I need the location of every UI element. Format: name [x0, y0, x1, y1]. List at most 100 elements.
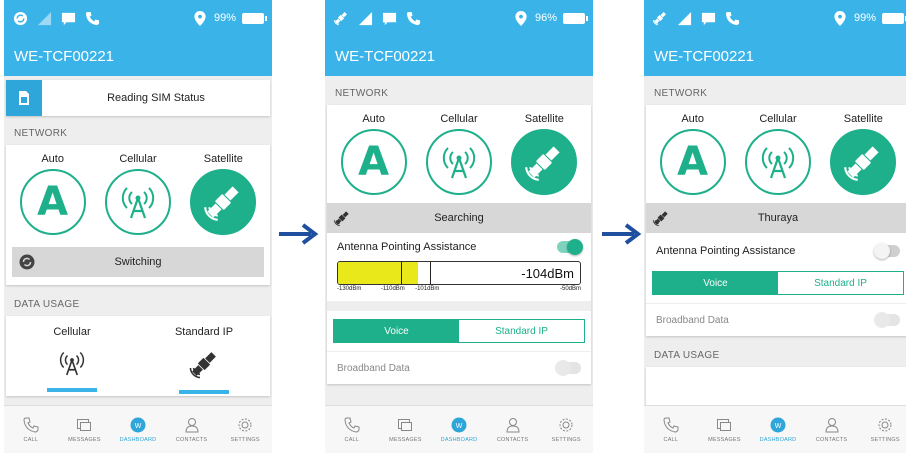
phone-icon — [724, 10, 740, 26]
battery-icon — [882, 12, 906, 24]
cell-tower-icon[interactable] — [104, 169, 171, 235]
segment-standard-ip[interactable]: Standard IP — [459, 320, 584, 342]
battery-percent: 96% — [534, 12, 557, 24]
broadband-label: Broadband Data — [337, 362, 410, 374]
tab-settings[interactable]: SETTINGS — [858, 406, 906, 453]
network-card: Auto A Cellular Satellite Thuraya Antenn… — [646, 105, 906, 336]
segment-standard-ip[interactable]: Standard IP — [778, 272, 903, 294]
signal-tick: -101dBm — [415, 286, 440, 292]
option-label: Satellite — [524, 113, 564, 125]
option-label: Satellite — [843, 113, 883, 125]
network-option-satellite[interactable]: Satellite — [823, 113, 903, 195]
tab-label: DASHBOARD — [759, 437, 797, 443]
settings-icon — [876, 416, 894, 434]
flow-arrow-icon — [602, 223, 642, 245]
bottom-tab-bar: CALL MESSAGES W DASHBOARD CONTACTS SETTI… — [4, 405, 272, 453]
tab-label: SETTINGS — [551, 437, 581, 443]
svg-text:W: W — [775, 423, 782, 430]
tab-contacts[interactable]: CONTACTS — [486, 406, 540, 453]
status-bar: 99% — [4, 0, 272, 36]
auto-icon[interactable]: A — [340, 129, 407, 195]
network-option-auto[interactable]: Auto A — [653, 113, 733, 195]
tab-label: SETTINGS — [870, 437, 900, 443]
segment-voice[interactable]: Voice — [334, 320, 459, 342]
auto-icon[interactable]: A — [19, 169, 86, 235]
network-option-satellite[interactable]: Satellite — [504, 113, 584, 195]
satellite-icon — [652, 10, 668, 26]
tab-settings[interactable]: SETTINGS — [218, 406, 272, 453]
usage-cellular[interactable]: Cellular — [22, 326, 122, 394]
network-state-text: Thuraya — [757, 212, 799, 224]
battery-percent: 99% — [853, 12, 876, 24]
cell-tower-icon — [57, 348, 87, 378]
segment-voice[interactable]: Voice — [653, 272, 778, 294]
tab-label: MESSAGES — [389, 437, 422, 443]
svg-text:W: W — [135, 423, 142, 430]
usage-label: Standard IP — [174, 326, 234, 338]
screen-content: NETWORK Auto A Cellular Satellite — [325, 76, 593, 405]
network-option-auto[interactable]: Auto A — [334, 113, 414, 195]
tab-contacts[interactable]: CONTACTS — [805, 406, 859, 453]
broadband-toggle[interactable] — [874, 312, 900, 328]
satellite-off-icon — [333, 10, 349, 26]
tab-call[interactable]: CALL — [4, 406, 58, 453]
satellite-icon[interactable] — [511, 129, 578, 195]
network-option-auto[interactable]: Auto A — [13, 153, 93, 235]
signal-marker — [429, 262, 431, 284]
signal-fill — [338, 262, 418, 284]
network-option-satellite[interactable]: Satellite — [183, 153, 263, 235]
antenna-pointing-label: Antenna Pointing Assistance — [337, 241, 477, 253]
switching-icon — [12, 254, 42, 270]
screen-content: Reading SIM Status NETWORK Auto A Cellul… — [4, 76, 272, 405]
tab-contacts[interactable]: CONTACTS — [165, 406, 219, 453]
auto-icon[interactable]: A — [659, 129, 726, 195]
data-usage-card: Cellular Standard IP — [6, 316, 270, 396]
tab-call[interactable]: CALL — [644, 406, 698, 453]
tab-settings[interactable]: SETTINGS — [539, 406, 593, 453]
tab-dashboard[interactable]: W DASHBOARD — [111, 406, 165, 453]
tab-dashboard[interactable]: W DASHBOARD — [432, 406, 486, 453]
tab-messages[interactable]: MESSAGES — [379, 406, 433, 453]
service-segmented-control: Voice Standard IP — [333, 319, 585, 343]
data-usage-section-label: DATA USAGE — [654, 350, 720, 361]
broadband-toggle[interactable] — [555, 360, 581, 376]
tab-label: CONTACTS — [815, 437, 848, 443]
contacts-icon — [183, 416, 201, 434]
satellite-icon[interactable] — [190, 169, 257, 235]
tab-label: CALL — [23, 437, 39, 443]
network-option-cellular[interactable]: Cellular — [98, 153, 178, 235]
battery-icon — [563, 12, 588, 24]
app-title: WE-TCF00221 — [4, 36, 272, 76]
satellite-icon[interactable] — [830, 129, 897, 195]
tab-label: CONTACTS — [175, 437, 208, 443]
sim-card-icon — [6, 80, 42, 116]
phone-icon — [343, 416, 361, 434]
signal-icon — [357, 10, 373, 26]
tab-messages[interactable]: MESSAGES — [698, 406, 752, 453]
data-usage-card — [646, 367, 906, 405]
signal-icon — [36, 10, 52, 26]
message-icon — [700, 10, 716, 26]
tab-label: DASHBOARD — [119, 437, 157, 443]
usage-bar — [47, 388, 97, 392]
bottom-tab-bar: CALL MESSAGES W DASHBOARD CONTACTS SETTI… — [325, 405, 593, 453]
network-option-cellular[interactable]: Cellular — [419, 113, 499, 195]
tab-messages[interactable]: MESSAGES — [58, 406, 112, 453]
tab-label: CONTACTS — [496, 437, 529, 443]
messages-icon — [396, 416, 414, 434]
tab-dashboard[interactable]: W DASHBOARD — [751, 406, 805, 453]
antenna-pointing-toggle[interactable] — [874, 243, 900, 259]
option-label: Auto — [362, 113, 385, 125]
option-label: Cellular — [759, 113, 797, 125]
tab-label: MESSAGES — [68, 437, 101, 443]
broadband-row: Broadband Data — [327, 351, 591, 384]
tab-call[interactable]: CALL — [325, 406, 379, 453]
service-segmented-control: Voice Standard IP — [652, 271, 904, 295]
cell-tower-icon[interactable] — [425, 129, 492, 195]
antenna-pointing-row: Antenna Pointing Assistance — [646, 233, 906, 267]
antenna-pointing-toggle[interactable] — [557, 239, 583, 255]
network-option-cellular[interactable]: Cellular — [738, 113, 818, 195]
cell-tower-icon[interactable] — [744, 129, 811, 195]
usage-standard-ip[interactable]: Standard IP — [154, 326, 254, 394]
broadband-row: Broadband Data — [646, 303, 906, 336]
